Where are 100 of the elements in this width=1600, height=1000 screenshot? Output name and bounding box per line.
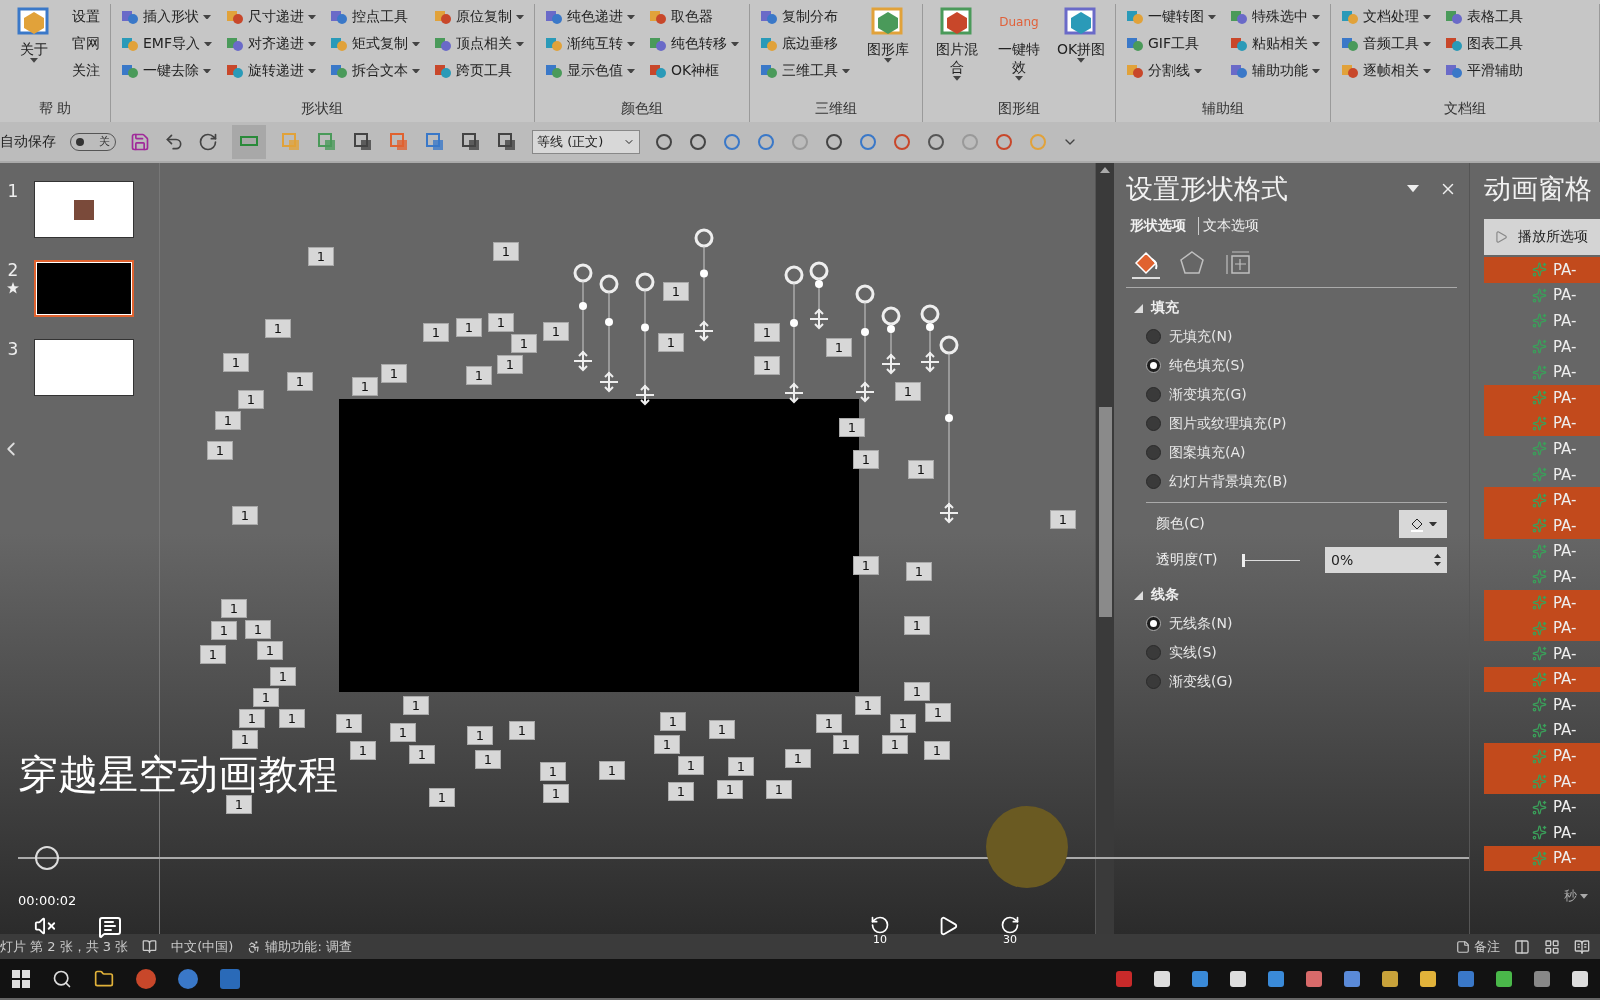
ribbon-button[interactable]: 粘贴相关: [1228, 31, 1322, 57]
slide-thumbnail[interactable]: [34, 339, 134, 396]
slider-thumb[interactable]: [1242, 553, 1246, 567]
ribbon-button[interactable]: 跨页工具: [432, 58, 526, 84]
tray-icon[interactable]: [1496, 970, 1512, 987]
ribbon-button[interactable]: 控点工具: [328, 4, 422, 30]
language-status[interactable]: 中文(中国): [171, 937, 234, 956]
toolbar-icon[interactable]: [994, 131, 1014, 152]
slide-thumbnail[interactable]: [34, 181, 134, 238]
radio-button[interactable]: [1146, 416, 1161, 431]
animation-item[interactable]: PA-: [1484, 666, 1600, 693]
section-header[interactable]: 填充: [1128, 298, 1185, 318]
search-icon[interactable]: [52, 968, 72, 989]
animation-item[interactable]: PA-: [1484, 794, 1600, 821]
radio-button[interactable]: [1146, 474, 1161, 489]
mute-button[interactable]: [34, 915, 56, 937]
transparency-field[interactable]: 0%: [1325, 547, 1447, 573]
scroll-up-icon[interactable]: [1100, 167, 1110, 173]
animation-item[interactable]: PA-: [1484, 410, 1600, 437]
ribbon-button[interactable]: GIF工具: [1124, 31, 1218, 57]
animation-item[interactable]: PA-: [1484, 564, 1600, 590]
animation-item[interactable]: PA-: [1484, 589, 1600, 616]
tray-icon[interactable]: [1382, 970, 1398, 987]
toolbar-icon[interactable]: [654, 131, 674, 152]
ribbon-button[interactable]: 插入形状: [119, 4, 214, 30]
app-icon[interactable]: [136, 968, 156, 989]
animation-item[interactable]: PA-: [1484, 717, 1600, 744]
toolbar-icon[interactable]: [824, 131, 844, 152]
animation-item[interactable]: PA-: [1484, 257, 1600, 283]
redo-icon[interactable]: [198, 131, 218, 152]
ribbon-button[interactable]: OK神框: [647, 58, 741, 84]
toolbar-icon[interactable]: [926, 131, 946, 152]
ribbon-button[interactable]: 图片混合: [931, 4, 983, 81]
sorter-view-icon[interactable]: [1544, 938, 1560, 955]
animation-item[interactable]: PA-: [1484, 768, 1600, 795]
toolbar-icon[interactable]: [892, 131, 912, 152]
app-icon[interactable]: [178, 968, 198, 989]
normal-view-icon[interactable]: [1514, 938, 1530, 955]
app-icon[interactable]: [220, 968, 240, 989]
scrollbar-thumb[interactable]: [1098, 407, 1112, 617]
ribbon-button[interactable]: 分割线: [1124, 58, 1218, 84]
animation-item[interactable]: PA-: [1484, 359, 1600, 385]
radio-button[interactable]: [1146, 387, 1161, 402]
radio-button[interactable]: [1146, 674, 1161, 689]
spin-arrows-icon[interactable]: [1434, 553, 1441, 567]
ribbon-button[interactable]: 尺寸递进: [224, 4, 318, 30]
ribbon-button[interactable]: 逐帧相关: [1339, 58, 1433, 84]
ribbon-button[interactable]: 关注: [70, 58, 102, 84]
ribbon-button[interactable]: 矩式复制: [328, 31, 422, 57]
tray-icon[interactable]: [1572, 970, 1588, 987]
ribbon-button[interactable]: 顶点相关: [432, 31, 526, 57]
radio-button[interactable]: [1146, 329, 1161, 344]
ribbon-button[interactable]: 平滑辅助: [1443, 58, 1525, 84]
animation-item[interactable]: PA-: [1484, 308, 1600, 334]
save-icon[interactable]: [130, 131, 150, 152]
toolbar-icon[interactable]: [352, 130, 374, 153]
windows-icon[interactable]: [12, 969, 30, 988]
ribbon-button[interactable]: 文档处理: [1339, 4, 1433, 30]
ribbon-button[interactable]: 原位复制: [432, 4, 526, 30]
ribbon-button[interactable]: 渐纯互转: [543, 31, 637, 57]
ribbon-button[interactable]: EMF导入: [119, 31, 214, 57]
slide-thumbnail[interactable]: [34, 260, 134, 317]
animation-item[interactable]: PA-: [1484, 333, 1600, 360]
reading-view-icon[interactable]: [1574, 938, 1590, 955]
radio-button[interactable]: [1146, 358, 1161, 373]
radio-button[interactable]: [1146, 445, 1161, 460]
ribbon-button[interactable]: 音频工具: [1339, 31, 1433, 57]
progress-thumb[interactable]: [35, 846, 59, 870]
ribbon-button[interactable]: 对齐递进: [224, 31, 318, 57]
folder-icon[interactable]: [94, 968, 114, 989]
ribbon-button[interactable]: 显示色值: [543, 58, 637, 84]
toolbar-icon[interactable]: [496, 130, 518, 153]
radio-button[interactable]: [1146, 645, 1161, 660]
animation-item[interactable]: PA-: [1484, 436, 1600, 462]
ribbon-button[interactable]: 图形库: [862, 4, 914, 63]
pane-tab[interactable]: 形状选项: [1126, 217, 1190, 235]
ribbon-button[interactable]: 三维工具: [758, 58, 852, 84]
ribbon-button[interactable]: 辅助功能: [1228, 58, 1322, 84]
accessibility-status[interactable]: 辅助功能: 调查: [247, 937, 352, 956]
rewind-button[interactable]: 10: [870, 915, 890, 945]
ribbon-button[interactable]: 底边垂移: [758, 31, 852, 57]
animation-item[interactable]: PA-: [1484, 282, 1600, 309]
ribbon-button[interactable]: 特殊选中: [1228, 4, 1322, 30]
notes-button[interactable]: 备注: [1456, 937, 1500, 956]
animation-item[interactable]: PA-: [1484, 743, 1600, 769]
forward-button[interactable]: 30: [1000, 915, 1020, 945]
animation-item[interactable]: PA-: [1484, 384, 1600, 411]
ribbon-button[interactable]: 表格工具: [1443, 4, 1525, 30]
ribbon-button[interactable]: 关于: [8, 4, 60, 63]
format-icon-tab[interactable]: [1132, 249, 1160, 279]
radio-button[interactable]: [1146, 616, 1161, 631]
ribbon-button[interactable]: Duang 一键特效: [993, 4, 1045, 81]
animation-item[interactable]: PA-: [1484, 615, 1600, 641]
ribbon-button[interactable]: 一键去除: [119, 58, 214, 84]
pane-tab[interactable]: 文本选项: [1198, 217, 1263, 235]
animation-item[interactable]: PA-: [1484, 461, 1600, 488]
timing-dropdown[interactable]: 秒: [1564, 887, 1588, 906]
ribbon-button[interactable]: 设置: [70, 4, 102, 30]
ribbon-button[interactable]: 纯色转移: [647, 31, 741, 57]
toolbar-icon[interactable]: [460, 130, 482, 153]
